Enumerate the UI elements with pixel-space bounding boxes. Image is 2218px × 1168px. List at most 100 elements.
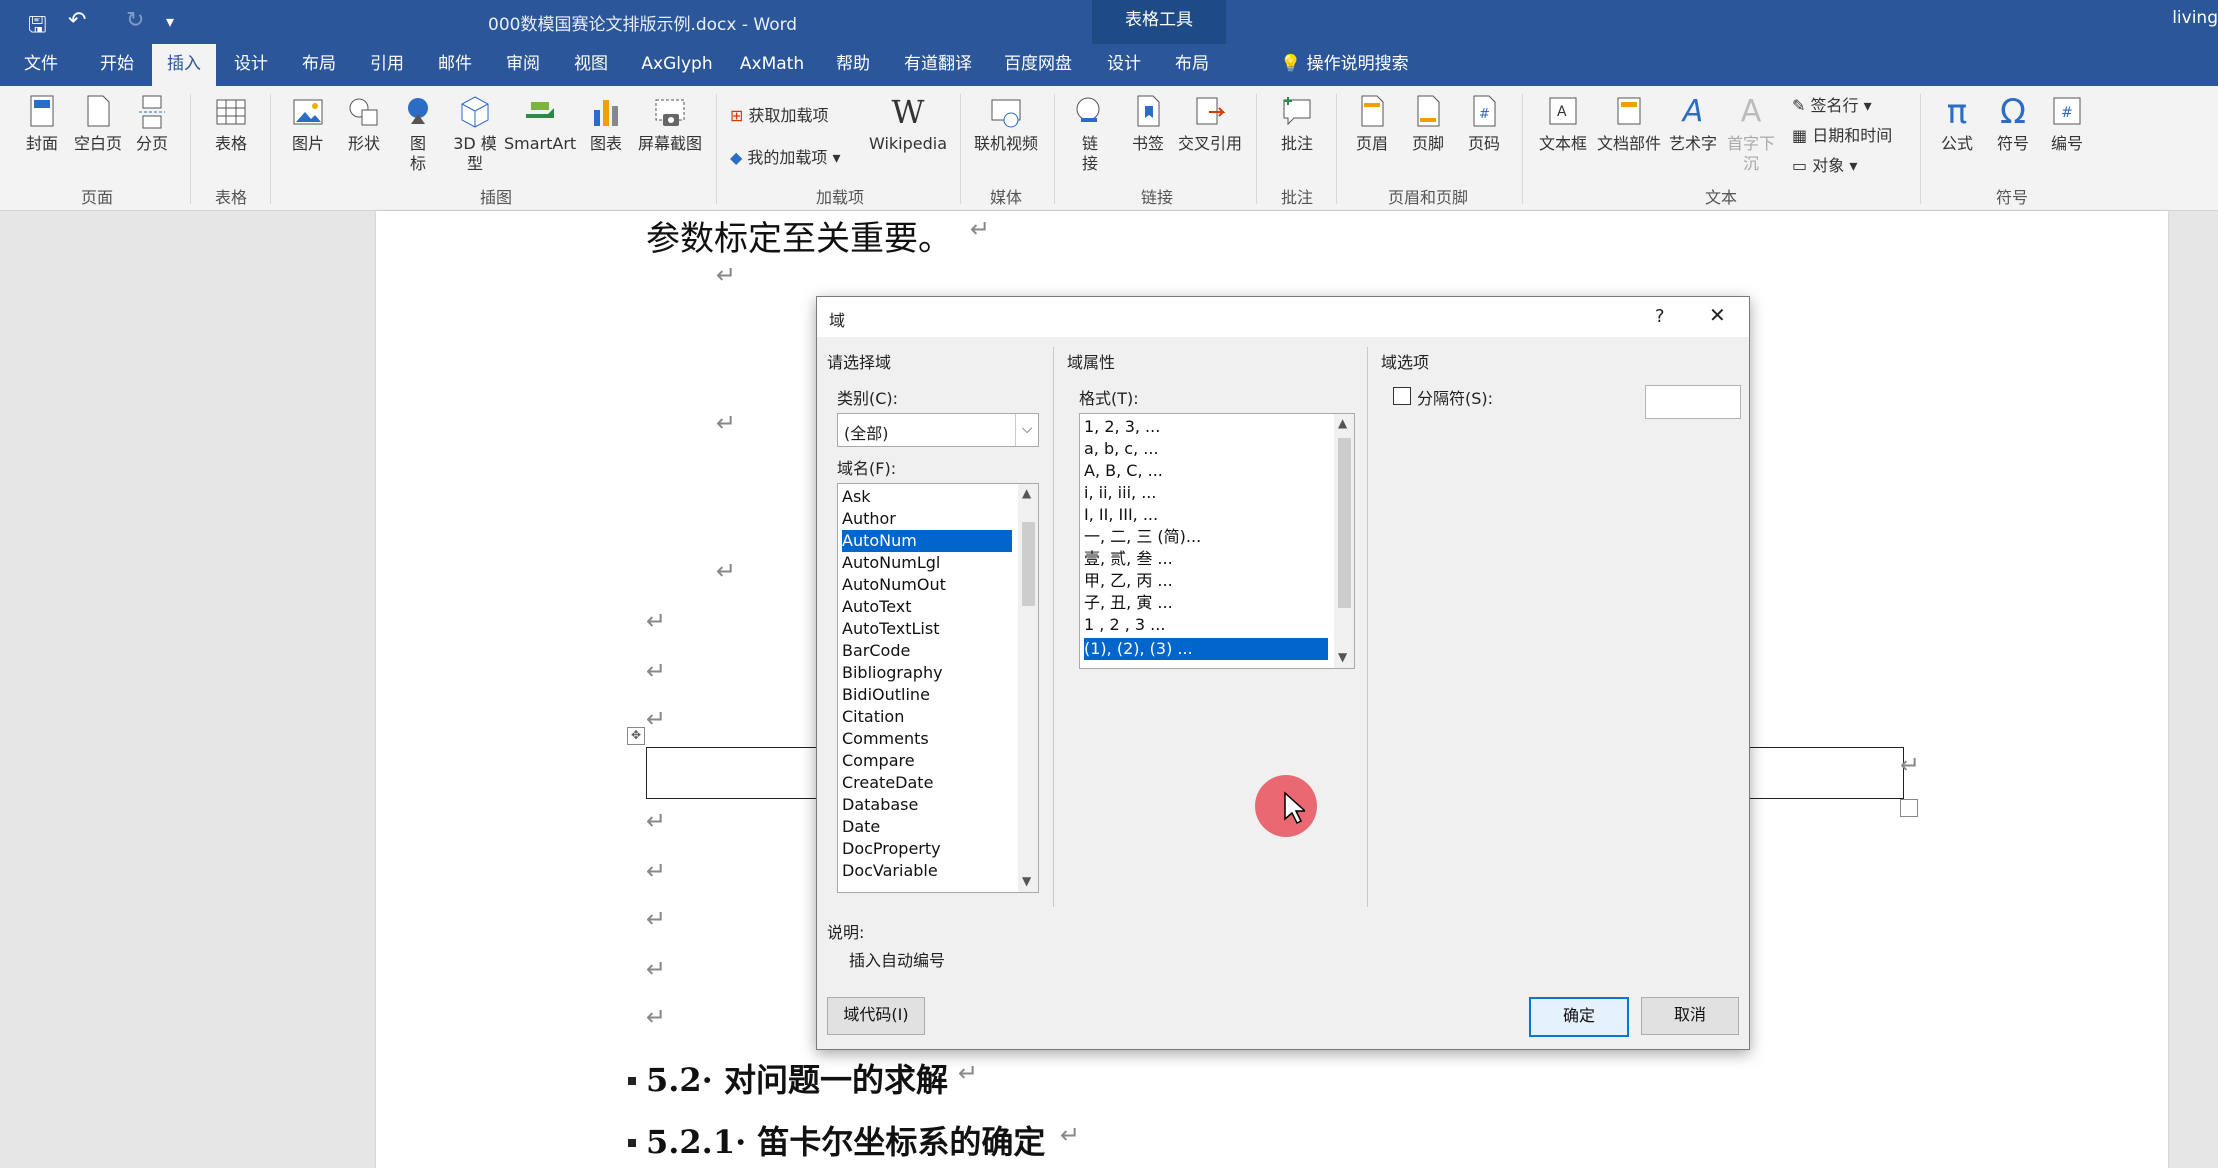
- blank-page-button[interactable]: 空白页: [72, 94, 124, 154]
- list-item[interactable]: 1, 2, 3, ...: [1084, 416, 1160, 438]
- tab-home[interactable]: 开始: [86, 44, 148, 86]
- customize-qat-icon[interactable]: ▾: [166, 12, 174, 31]
- category-select[interactable]: (全部) ⌵: [837, 413, 1039, 447]
- get-addins-button[interactable]: ⊞ 获取加载项: [730, 102, 829, 126]
- table-move-handle-icon[interactable]: ✥: [627, 727, 645, 745]
- list-item[interactable]: Author: [842, 508, 896, 530]
- list-item-selected[interactable]: AutoNum: [842, 530, 1012, 552]
- separator-input[interactable]: [1645, 385, 1741, 419]
- ok-button[interactable]: 确定: [1529, 997, 1629, 1037]
- scroll-down-icon[interactable]: ▼: [1338, 650, 1347, 664]
- shapes-button[interactable]: 形状: [342, 94, 386, 154]
- tab-axglyph[interactable]: AxGlyph: [634, 44, 720, 86]
- equation-button[interactable]: π 公式: [1934, 94, 1980, 154]
- object-button[interactable]: ▭ 对象 ▾: [1792, 152, 1857, 176]
- list-item[interactable]: Bibliography: [842, 662, 943, 684]
- list-item[interactable]: Database: [842, 794, 918, 816]
- list-item[interactable]: Citation: [842, 706, 904, 728]
- paragraph-text[interactable]: 参数标定至关重要。: [646, 211, 952, 260]
- chevron-down-icon[interactable]: ⌵: [1015, 414, 1038, 446]
- tab-axmath[interactable]: AxMath: [728, 44, 816, 86]
- list-item[interactable]: 子, 丑, 寅 ...: [1084, 592, 1173, 614]
- help-button[interactable]: ?: [1655, 306, 1665, 327]
- format-list[interactable]: 1, 2, 3, ... a, b, c, ... A, B, C, ... i…: [1079, 413, 1355, 669]
- tab-design[interactable]: 设计: [220, 44, 282, 86]
- heading-5-2[interactable]: 5.2· 对问题一的求解: [646, 1055, 948, 1101]
- symbol-button[interactable]: Ω 符号: [1990, 94, 2036, 154]
- quick-parts-button[interactable]: 文档部件: [1594, 94, 1664, 154]
- 3d-models-button[interactable]: 3D 模 型: [450, 94, 500, 174]
- new-comment-button[interactable]: 批注: [1272, 94, 1322, 154]
- list-item[interactable]: a, b, c, ...: [1084, 438, 1159, 460]
- list-item[interactable]: DocProperty: [842, 838, 941, 860]
- pictures-button[interactable]: 图片: [286, 94, 330, 154]
- field-names-scrollbar[interactable]: ▲ ▼: [1018, 484, 1038, 892]
- list-item-selected[interactable]: (1), (2), (3) ...: [1084, 638, 1328, 660]
- tab-layout[interactable]: 布局: [288, 44, 350, 86]
- tell-me-search[interactable]: 💡 操作说明搜索: [1280, 44, 1409, 86]
- tab-review[interactable]: 审阅: [492, 44, 554, 86]
- drop-cap-button[interactable]: A 首字下沉: [1720, 94, 1782, 174]
- number-button[interactable]: # 编号: [2044, 94, 2090, 154]
- header-button[interactable]: 页眉: [1350, 94, 1394, 154]
- date-time-button[interactable]: ▦ 日期和时间: [1792, 122, 1892, 146]
- tab-references[interactable]: 引用: [356, 44, 418, 86]
- close-button[interactable]: ✕: [1709, 303, 1726, 327]
- list-item[interactable]: AutoTextList: [842, 618, 939, 640]
- bookmark-button[interactable]: 书签: [1126, 94, 1170, 154]
- scroll-thumb[interactable]: [1022, 522, 1035, 606]
- list-item[interactable]: 1 , 2 , 3 ...: [1084, 614, 1165, 636]
- list-item[interactable]: BarCode: [842, 640, 910, 662]
- tab-youdao[interactable]: 有道翻译: [894, 44, 982, 86]
- wikipedia-button[interactable]: W Wikipedia: [866, 94, 950, 154]
- smartart-button[interactable]: SmartArt: [504, 94, 576, 154]
- wordart-button[interactable]: A 艺术字: [1668, 94, 1718, 154]
- list-item[interactable]: Compare: [842, 750, 915, 772]
- field-codes-button[interactable]: 域代码(I): [827, 997, 925, 1035]
- tab-view[interactable]: 视图: [560, 44, 622, 86]
- icons-button[interactable]: 图 标: [398, 94, 438, 174]
- tab-baidu[interactable]: 百度网盘: [994, 44, 1082, 86]
- page-number-button[interactable]: # 页码: [1462, 94, 1506, 154]
- tab-file[interactable]: 文件: [10, 44, 72, 86]
- scroll-up-icon[interactable]: ▲: [1338, 416, 1347, 430]
- list-item[interactable]: i, ii, iii, ...: [1084, 482, 1156, 504]
- save-icon[interactable]: 🖫: [28, 8, 47, 46]
- link-button[interactable]: 链 接: [1068, 94, 1112, 174]
- user-name[interactable]: living: [2172, 8, 2218, 28]
- my-addins-button[interactable]: ◆ 我的加载项 ▾: [730, 144, 841, 168]
- screenshot-button[interactable]: 屏幕截图: [634, 94, 706, 154]
- list-item[interactable]: AutoNumLgl: [842, 552, 940, 574]
- signature-line-button[interactable]: ✎ 签名行 ▾: [1792, 92, 1872, 116]
- list-item[interactable]: 甲, 乙, 丙 ...: [1084, 570, 1173, 592]
- list-item[interactable]: BidiOutline: [842, 684, 930, 706]
- list-item[interactable]: CreateDate: [842, 772, 933, 794]
- tab-table-layout[interactable]: 布局: [1162, 44, 1222, 86]
- undo-icon[interactable]: ↶: [68, 8, 86, 33]
- table-resize-handle[interactable]: [1900, 799, 1918, 817]
- separator-checkbox[interactable]: [1393, 387, 1411, 405]
- tab-help[interactable]: 帮助: [824, 44, 882, 86]
- textbox-button[interactable]: A 文本框: [1536, 94, 1590, 154]
- table-button[interactable]: 表格: [206, 94, 256, 154]
- list-item[interactable]: A, B, C, ...: [1084, 460, 1163, 482]
- list-item[interactable]: Date: [842, 816, 880, 838]
- scroll-down-icon[interactable]: ▼: [1022, 874, 1031, 888]
- list-item[interactable]: 壹, 贰, 叁 ...: [1084, 548, 1173, 570]
- list-item[interactable]: DocVariable: [842, 860, 938, 882]
- chart-button[interactable]: 图表: [584, 94, 628, 154]
- list-item[interactable]: 一, 二, 三 (简)...: [1084, 526, 1201, 548]
- scroll-thumb[interactable]: [1338, 438, 1351, 608]
- field-names-list[interactable]: Ask Author AutoNum AutoNumLgl AutoNumOut…: [837, 483, 1039, 893]
- heading-5-2-1[interactable]: 5.2.1· 笛卡尔坐标系的确定: [646, 1117, 1045, 1163]
- cover-page-button[interactable]: 封面: [20, 94, 64, 154]
- footer-button[interactable]: 页脚: [1406, 94, 1450, 154]
- tab-table-design[interactable]: 设计: [1094, 44, 1154, 86]
- cancel-button[interactable]: 取消: [1641, 997, 1739, 1035]
- list-item[interactable]: AutoText: [842, 596, 912, 618]
- tab-mailings[interactable]: 邮件: [424, 44, 486, 86]
- list-item[interactable]: Comments: [842, 728, 929, 750]
- redo-icon[interactable]: ↻: [126, 8, 144, 33]
- cross-reference-button[interactable]: 交叉引用: [1174, 94, 1246, 154]
- scroll-up-icon[interactable]: ▲: [1022, 486, 1031, 500]
